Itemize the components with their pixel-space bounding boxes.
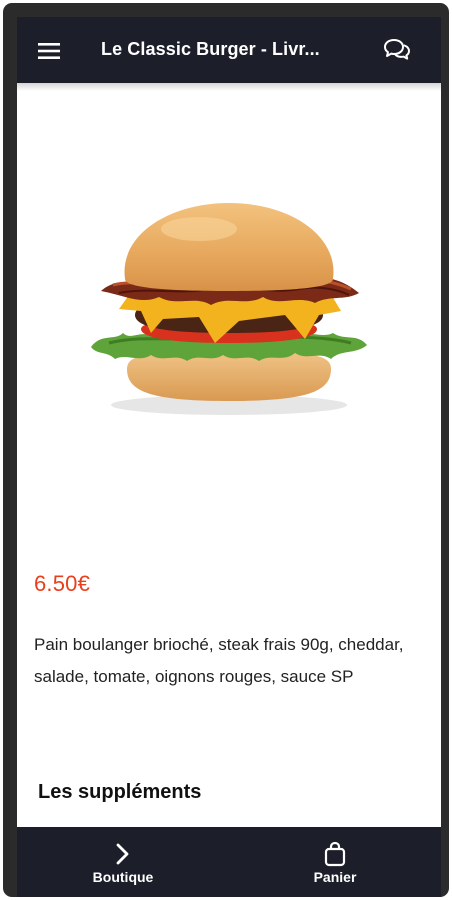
nav-panier-label: Panier (313, 869, 357, 885)
nav-boutique-label: Boutique (92, 869, 154, 885)
chevron-right-icon (116, 843, 129, 865)
nav-panier[interactable]: Panier (275, 827, 395, 897)
burger-image (91, 203, 367, 415)
shopping-bag-icon (324, 841, 346, 867)
app-screen: Le Classic Burger - Livr... 6.50€ Pain b… (17, 17, 441, 897)
chat-button[interactable] (380, 35, 414, 65)
top-app-bar: Le Classic Burger - Livr... (17, 17, 441, 83)
supplements-heading: Les suppléments (38, 781, 202, 803)
page-title: Le Classic Burger - Livr... (101, 39, 320, 59)
product-description: Pain boulanger brioché, steak frais 90g,… (34, 635, 404, 686)
chat-bubbles-icon (384, 39, 410, 60)
device-frame: Le Classic Burger - Livr... 6.50€ Pain b… (3, 3, 449, 897)
menu-button[interactable] (31, 37, 67, 65)
top-bar-shadow (17, 83, 441, 91)
bottom-navigation: Boutique Panier (17, 827, 441, 897)
product-price: 6.50€ (34, 571, 91, 596)
hamburger-menu-icon (38, 43, 60, 59)
nav-boutique[interactable]: Boutique (63, 827, 183, 897)
